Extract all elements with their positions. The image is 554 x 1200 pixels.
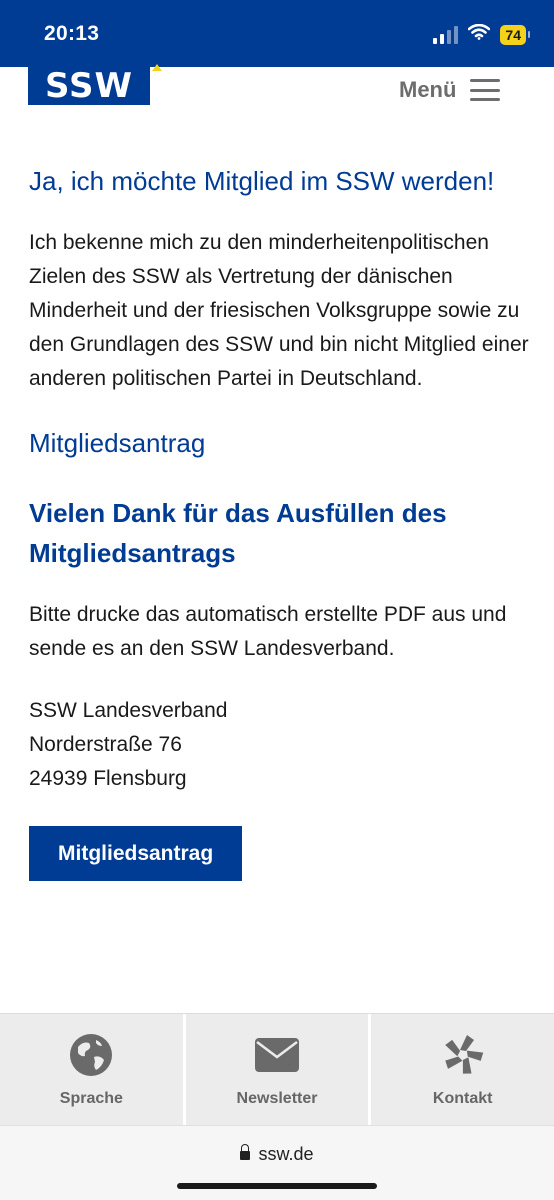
- bottom-label-sprache: Sprache: [59, 1089, 123, 1107]
- signal-icon: [433, 25, 459, 44]
- globe-icon: [68, 1032, 114, 1078]
- intro-heading: Ja, ich möchte Mitglied im SSW werden!: [29, 166, 495, 196]
- battery-indicator: 74: [500, 24, 530, 45]
- bottom-item-newsletter[interactable]: Newsletter: [186, 1014, 372, 1125]
- bottom-bar: Sprache Newsletter Kontakt: [0, 1013, 554, 1125]
- bottom-label-kontakt: Kontakt: [432, 1089, 493, 1107]
- ssw-logo[interactable]: SSW: [28, 67, 150, 105]
- wifi-icon: [468, 23, 491, 45]
- bottom-item-sprache[interactable]: Sprache: [0, 1014, 186, 1125]
- lock-icon: [240, 1144, 251, 1160]
- url-display[interactable]: ssw.de: [0, 1144, 554, 1165]
- status-bar: 20:13 74: [0, 0, 554, 67]
- bottom-label-newsletter: Newsletter: [236, 1089, 318, 1107]
- menu-button[interactable]: Menü: [399, 77, 501, 103]
- mitgliedsantrag-link[interactable]: Mitgliedsantrag: [29, 428, 529, 459]
- thanks-heading: Vielen Dank für das Ausfüllen des Mitgli…: [29, 498, 447, 568]
- envelope-icon: [254, 1032, 300, 1078]
- home-indicator[interactable]: [177, 1183, 377, 1189]
- print-instructions: Bitte drucke das automatisch erstellte P…: [29, 603, 507, 660]
- address-block: SSW Landesverband Norderstraße 76 24939 …: [29, 694, 529, 796]
- intro-text: Ich bekenne mich zu den minderheitenpoli…: [29, 231, 529, 390]
- menu-label: Menü: [399, 77, 457, 102]
- pinwheel-icon: [440, 1032, 486, 1078]
- address-line-2: Norderstraße 76: [29, 733, 182, 756]
- hamburger-icon: [470, 79, 501, 101]
- address-line-3: 24939 Flensburg: [29, 767, 187, 790]
- url-text: ssw.de: [258, 1144, 314, 1164]
- logo-star-icon: [152, 64, 162, 71]
- address-line-1: SSW Landesverband: [29, 699, 228, 722]
- bottom-item-kontakt[interactable]: Kontakt: [371, 1014, 554, 1125]
- main-content: Ja, ich möchte Mitglied im SSW werden! I…: [29, 165, 529, 881]
- status-icons: 74: [433, 23, 530, 45]
- mitgliedsantrag-button[interactable]: Mitgliedsantrag: [29, 826, 243, 881]
- status-time: 20:13: [44, 22, 100, 45]
- site-header: SSW Menü: [0, 64, 554, 127]
